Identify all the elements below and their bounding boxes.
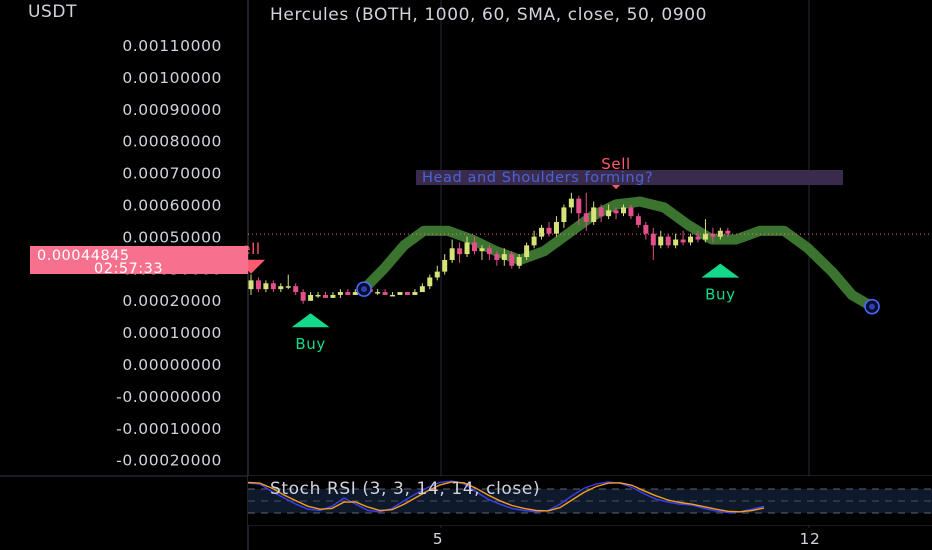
candle-body — [628, 207, 634, 217]
candle-body — [330, 294, 336, 298]
candle-body — [702, 233, 708, 240]
candle-body — [323, 294, 328, 298]
stoch-rsi-title: Stoch RSI (3, 3, 14, 14, close) — [270, 479, 540, 499]
candle-body — [255, 280, 261, 290]
candle-body — [665, 236, 671, 246]
candle-body — [524, 245, 530, 258]
candle-body — [345, 292, 351, 295]
annotation-text: Head and Shoulders forming? — [422, 170, 653, 186]
candle-body — [531, 236, 537, 246]
y-tick-label: 0.00000000 — [122, 356, 222, 374]
candle-body — [680, 239, 686, 243]
y-tick-label: -0.00000000 — [116, 388, 222, 406]
target-marker-core — [869, 303, 875, 310]
candle-body — [598, 207, 604, 217]
x-tick-label: 12 — [800, 530, 821, 548]
candle-body — [419, 286, 425, 293]
y-tick-label: -0.00010000 — [116, 420, 222, 438]
y-tick-label: -0.00020000 — [116, 452, 222, 470]
y-tick-label: 0.00060000 — [122, 197, 222, 215]
candle-body — [486, 248, 492, 255]
indicator-title: Hercules (BOTH, 1000, 60, SMA, close, 50… — [270, 5, 707, 25]
candle-body — [375, 292, 381, 294]
y-tick-label: 0.00100000 — [122, 69, 222, 87]
candle-body — [650, 233, 656, 246]
candle-body — [337, 292, 343, 295]
candle-body — [494, 254, 500, 260]
buy-label: Buy — [295, 335, 325, 353]
x-tick-label: 5 — [433, 530, 443, 548]
candle-body — [293, 286, 299, 293]
candle-body — [434, 271, 440, 278]
candle-body — [442, 259, 448, 272]
candle-body — [509, 254, 515, 266]
candle-body — [539, 227, 545, 237]
candle-body — [285, 286, 291, 288]
candle-body — [688, 236, 694, 243]
y-tick-label: 0.00050000 — [122, 228, 222, 246]
y-tick-label: 0.00080000 — [122, 133, 222, 151]
candle-body — [635, 216, 641, 225]
candle-body — [576, 198, 582, 214]
pattern-annotation: Head and Shoulders forming? — [416, 170, 843, 186]
candle-body — [673, 239, 679, 246]
candle-body — [546, 227, 552, 234]
candle-body — [427, 277, 433, 287]
candle-body — [300, 292, 306, 301]
candle-body — [561, 207, 567, 223]
candle-body — [568, 198, 574, 208]
candle-body — [464, 242, 470, 255]
candle-body — [658, 236, 664, 246]
candle-body — [270, 283, 276, 290]
candle-body — [501, 254, 507, 260]
candle-body — [479, 248, 485, 252]
currency-label: USDT — [28, 2, 77, 22]
candle-body — [397, 292, 403, 295]
candle-body — [248, 280, 254, 290]
candle-body — [553, 222, 559, 234]
candle-body — [390, 294, 396, 297]
price-countdown: 02:57:33 — [94, 261, 163, 277]
buy-label: Buy — [705, 286, 735, 304]
candle-body — [606, 210, 612, 217]
y-tick-label: 0.00020000 — [122, 292, 222, 310]
target-marker-core — [361, 286, 367, 293]
y-tick-label: 0.00110000 — [122, 37, 222, 55]
y-tick-label: 0.00010000 — [122, 324, 222, 342]
candle-body — [382, 292, 388, 295]
candle-body — [404, 292, 410, 295]
candle-body — [621, 207, 626, 214]
candle-body — [412, 292, 418, 295]
candle-body — [449, 248, 455, 260]
candle-body — [695, 236, 701, 240]
candle-body — [725, 230, 731, 234]
candle-body — [315, 294, 321, 297]
candle-body — [516, 257, 522, 266]
candle-body — [613, 210, 619, 214]
candle-body — [591, 207, 597, 223]
candle-body — [278, 286, 284, 290]
y-tick-label: 0.00090000 — [122, 101, 222, 119]
y-tick-label: 0.00070000 — [122, 165, 222, 183]
candle-body — [583, 213, 589, 223]
candle-body — [263, 283, 269, 290]
candle-body — [643, 224, 649, 234]
candle-body — [472, 242, 477, 252]
candle-body — [308, 294, 314, 301]
stoch-rsi-panel: Stoch RSI (3, 3, 14, 14, close) — [247, 476, 932, 525]
stock-chart: ellBuySellBuy Head and Shoulders forming… — [0, 0, 932, 550]
candle-body — [457, 248, 463, 255]
